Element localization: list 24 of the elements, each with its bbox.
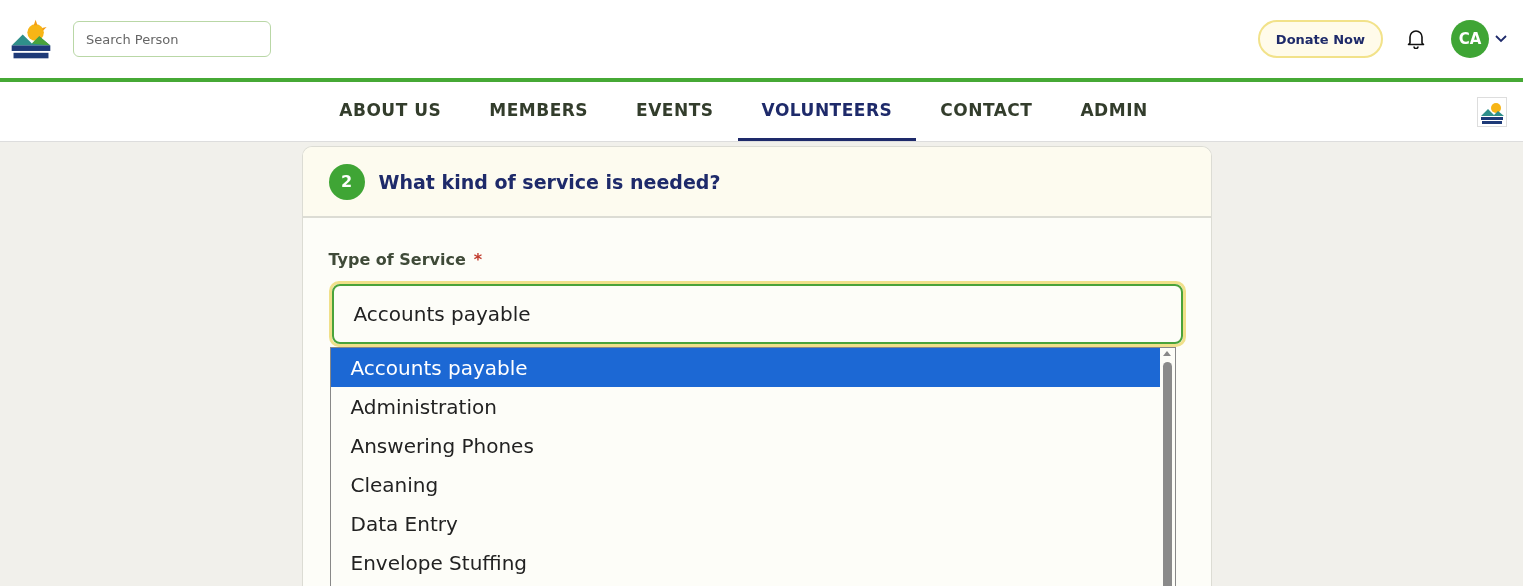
nav-tab[interactable]: VOLUNTEERS [737, 82, 917, 141]
nav-tab[interactable]: ABOUT US [315, 82, 466, 141]
service-select[interactable]: Accounts payable [331, 284, 1183, 344]
dropdown-option[interactable]: Data Entry [330, 504, 1160, 543]
dropdown-option[interactable]: Accounts payable [330, 348, 1160, 387]
notification-bell-icon[interactable] [1407, 29, 1425, 49]
scroll-up-icon[interactable] [1162, 350, 1172, 356]
step-title: What kind of service is needed? [378, 170, 721, 193]
nav-tab[interactable]: EVENTS [612, 82, 738, 141]
scrollbar-thumb[interactable] [1162, 362, 1172, 586]
required-mark: * [473, 250, 483, 269]
donate-button[interactable]: Donate Now [1257, 20, 1383, 58]
nav-tab[interactable]: ADMIN [1056, 82, 1172, 141]
nav-tab[interactable]: MEMBERS [465, 82, 613, 141]
nav-tab[interactable]: CONTACT [916, 82, 1057, 141]
search-field[interactable]: Search Person [73, 21, 271, 57]
chevron-down-icon[interactable] [1495, 35, 1507, 43]
field-label: Type of Service [328, 250, 466, 269]
logo-icon [1477, 96, 1507, 127]
dropdown-option[interactable]: Administration [330, 387, 1160, 426]
dropdown-option[interactable]: Answering Phones [330, 426, 1160, 465]
step-number: 2 [328, 163, 365, 200]
dropdown-option[interactable]: Cleaning [330, 465, 1160, 504]
dropdown-option[interactable]: Envelope Stuffing [330, 543, 1160, 582]
